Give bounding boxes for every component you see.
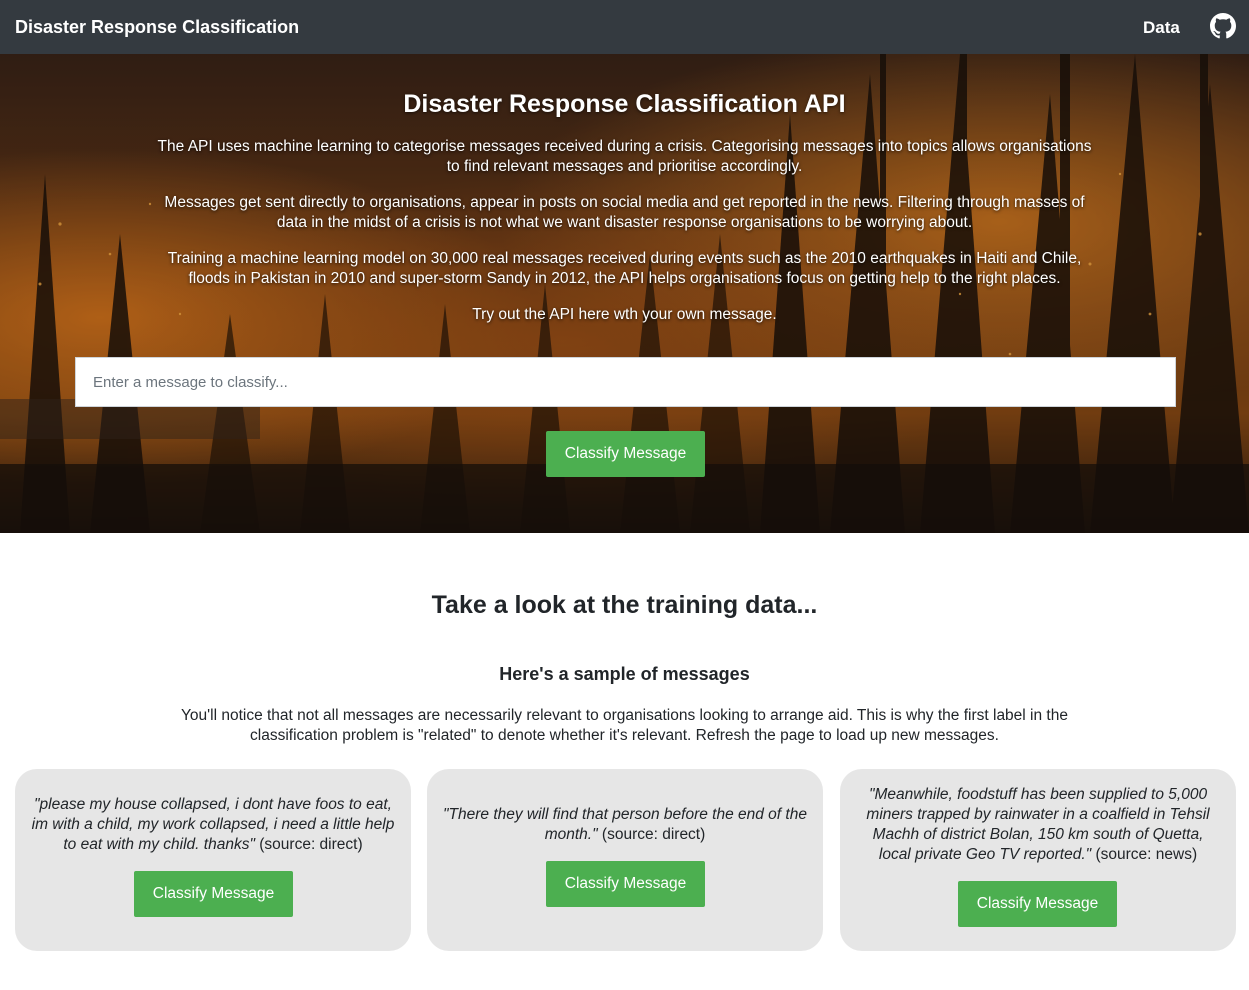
sample-message-card: "Meanwhile, foodstuff has been supplied … xyxy=(840,769,1236,951)
sample-classify-button[interactable]: Classify Message xyxy=(546,861,705,907)
hero-paragraph-messages: Messages get sent directly to organisati… xyxy=(164,194,1085,231)
sample-message-source: (source: direct) xyxy=(254,836,363,853)
training-data-title: Take a look at the training data... xyxy=(431,591,818,619)
navbar-brand[interactable]: Disaster Response Classification xyxy=(15,17,299,38)
sample-message-source: (source: direct) xyxy=(597,826,706,843)
classify-message-button[interactable]: Classify Message xyxy=(546,431,705,477)
hero-title: Disaster Response Classification API xyxy=(403,90,846,118)
sample-message-text: "Meanwhile, foodstuff has been supplied … xyxy=(856,785,1220,865)
message-input[interactable] xyxy=(75,357,1176,407)
hero-paragraph-training: Training a machine learning model on 30,… xyxy=(167,250,1082,287)
sample-classify-button[interactable]: Classify Message xyxy=(958,881,1117,927)
nav-link-data[interactable]: Data xyxy=(1143,18,1180,38)
sample-message-text: "There they will find that person before… xyxy=(443,805,807,845)
sample-message-card: "please my house collapsed, i dont have … xyxy=(15,769,411,951)
training-description: You'll notice that not all messages are … xyxy=(181,707,1068,744)
sample-message-card: "There they will find that person before… xyxy=(427,769,823,951)
hero-section: Disaster Response Classification API The… xyxy=(0,54,1249,533)
sample-messages-subtitle: Here's a sample of messages xyxy=(499,664,750,684)
sample-message-text: "please my house collapsed, i dont have … xyxy=(31,795,395,855)
github-icon[interactable] xyxy=(1210,13,1236,39)
sample-message-source: (source: news) xyxy=(1091,846,1198,863)
hero-paragraph-try: Try out the API here wth your own messag… xyxy=(472,306,777,323)
hero-paragraph-intro: The API uses machine learning to categor… xyxy=(157,138,1092,175)
sample-classify-button[interactable]: Classify Message xyxy=(134,871,293,917)
navbar: Disaster Response Classification Data xyxy=(0,0,1249,54)
